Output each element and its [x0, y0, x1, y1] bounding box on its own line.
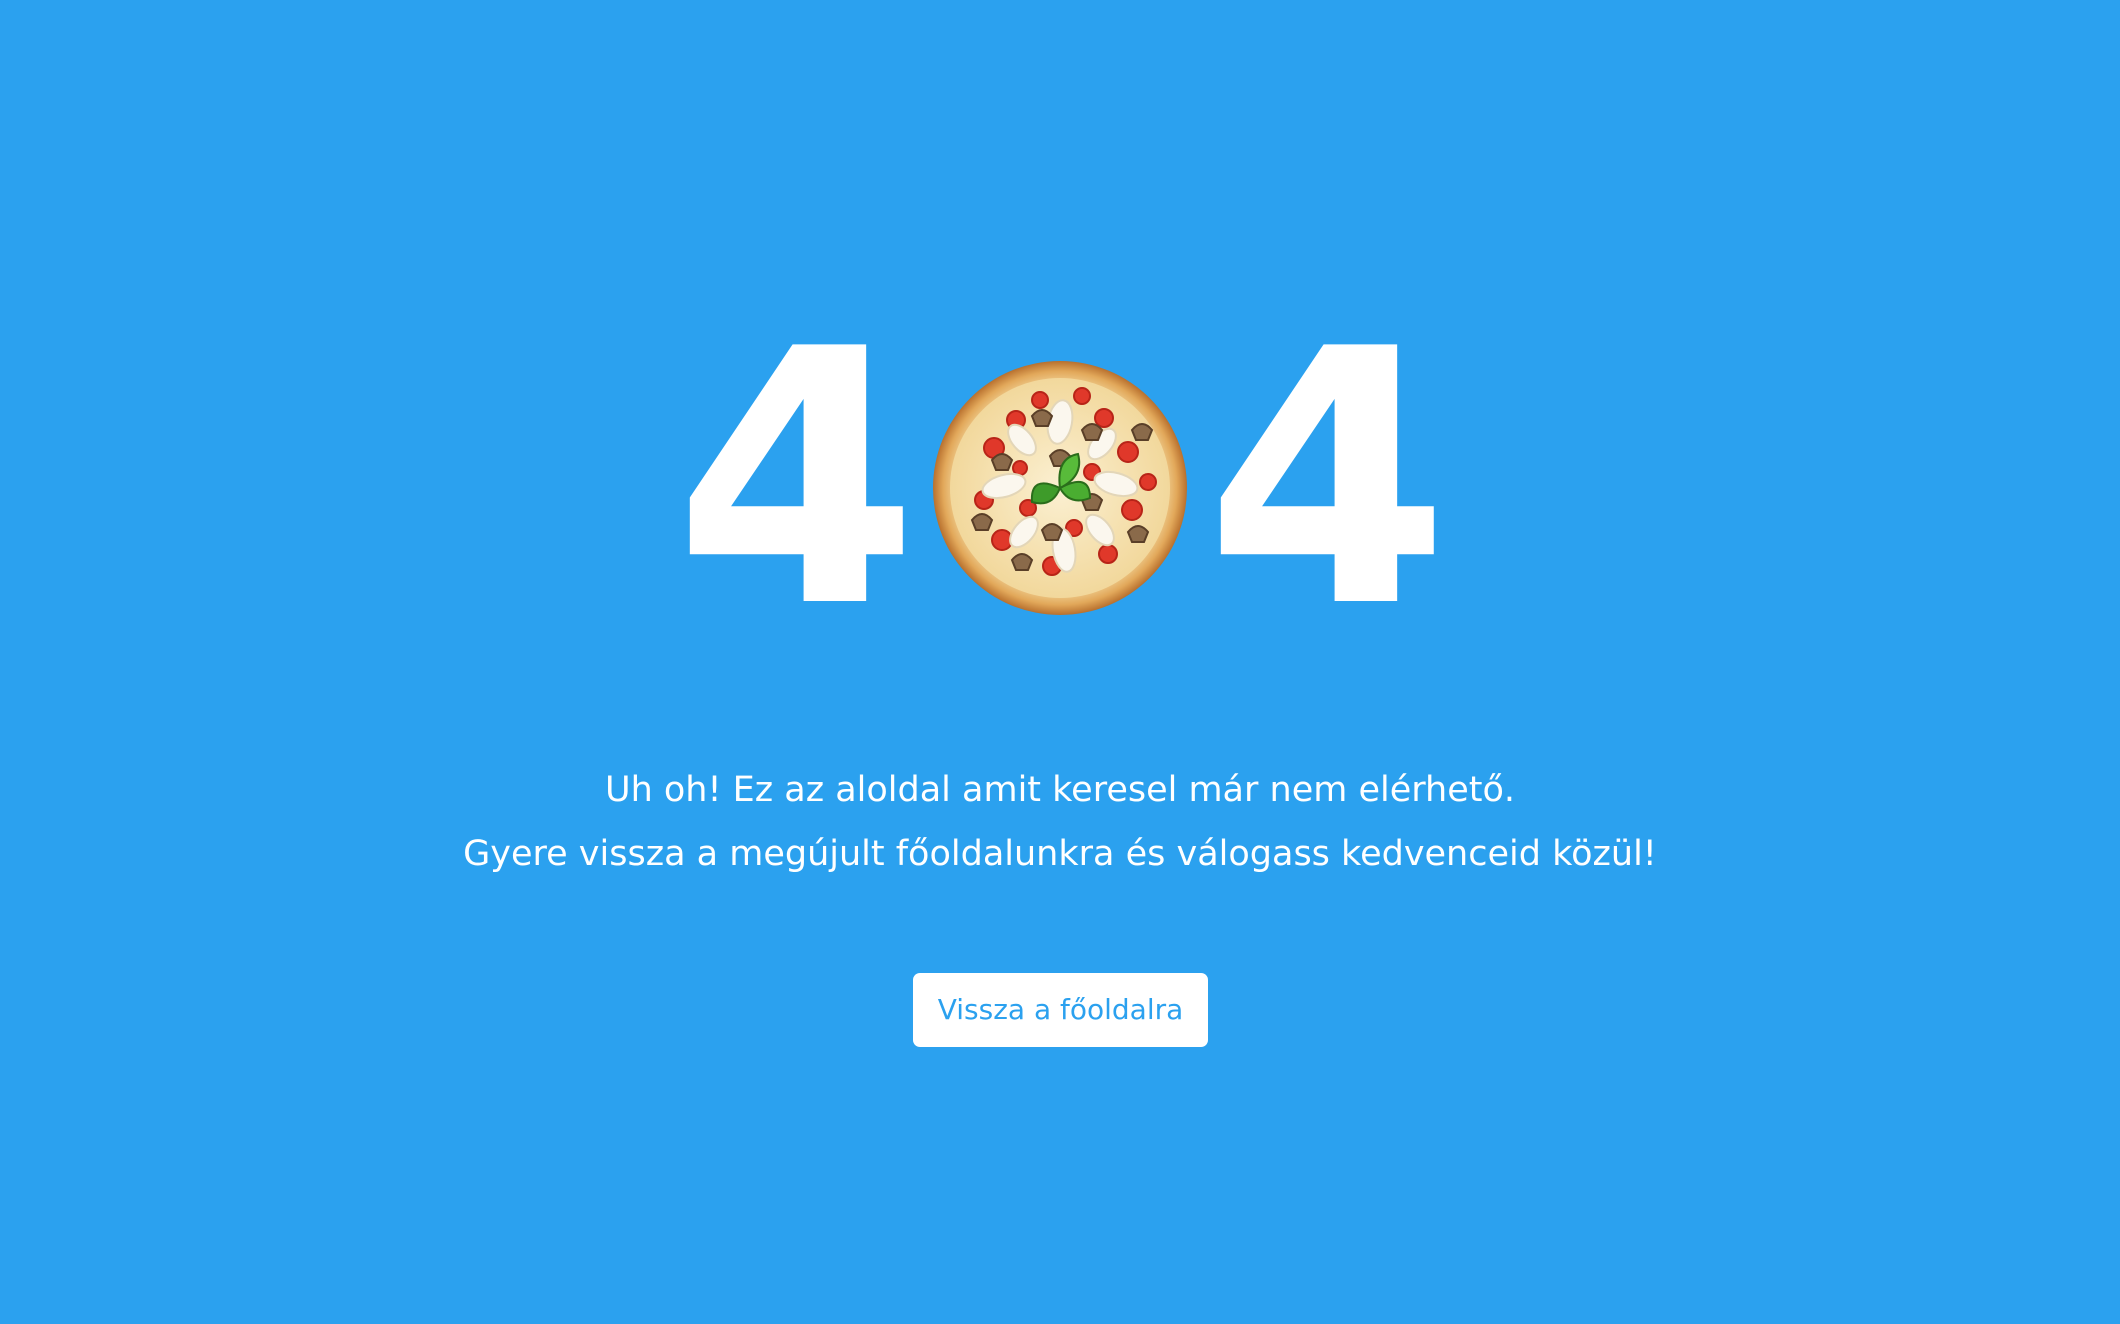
error-digit-left: 4	[674, 275, 919, 685]
error-code-404: 4 4	[0, 275, 2120, 685]
pizza-image	[933, 361, 1187, 615]
error-message-line-1: Uh oh! Ez az aloldal amit keresel már ne…	[604, 770, 1516, 810]
error-message: Uh oh! Ez az aloldal amit keresel már ne…	[0, 758, 2120, 886]
back-to-home-button[interactable]: Vissza a főoldalra	[913, 973, 1208, 1047]
error-digit-right: 4	[1205, 275, 1450, 685]
error-message-line-2: Gyere vissza a megújult főoldalunkra és …	[463, 834, 1657, 874]
